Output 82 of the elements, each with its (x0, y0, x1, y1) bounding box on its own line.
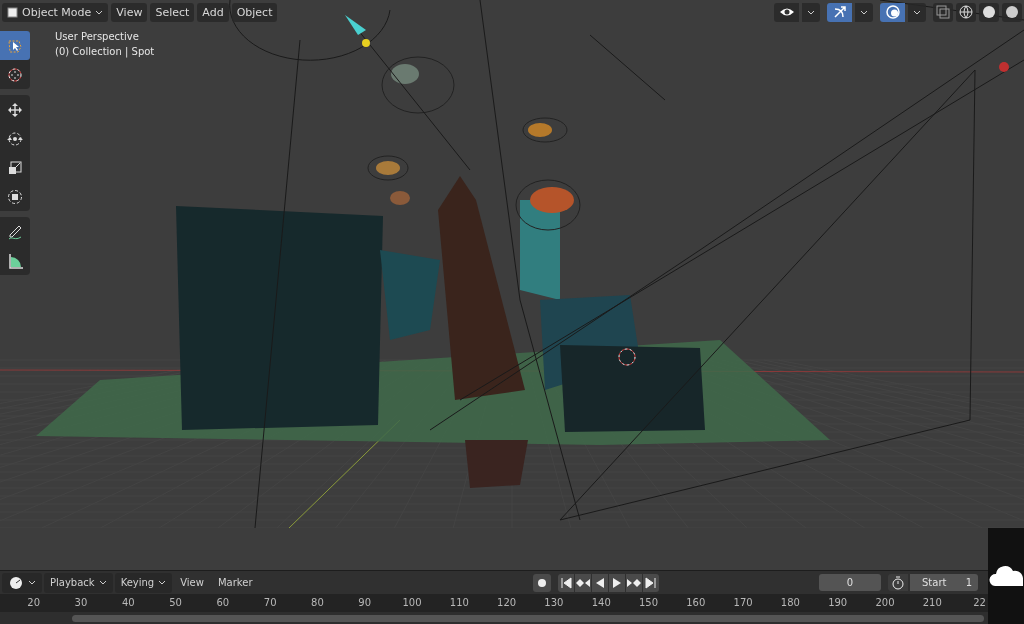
sphere-icon (1004, 4, 1020, 20)
frame-number: 70 (262, 596, 278, 611)
toggle-button[interactable] (880, 2, 905, 22)
frame-number: 200 (874, 596, 896, 611)
caret-icon (28, 580, 36, 586)
caret-icon (98, 580, 107, 586)
timeline-menu[interactable]: View (174, 572, 210, 593)
stopwatch-icon (890, 574, 906, 591)
3d-cursor-icon (618, 348, 636, 366)
jump-end-icon (642, 574, 659, 591)
xray-icon (935, 4, 951, 20)
mode-dropdown[interactable]: Object Mode (2, 2, 109, 22)
ruler-icon (7, 252, 23, 269)
play-button[interactable] (608, 573, 625, 592)
frame-number: 170 (732, 596, 754, 611)
viewport-info-text: (0) Collection | Spot (55, 46, 155, 57)
timeline-menu[interactable]: Keying (114, 572, 173, 593)
scrollbar-thumb[interactable] (72, 614, 984, 622)
lamp-drawing (367, 155, 410, 205)
frame-number: 140 (590, 596, 612, 611)
frame-number: 22 (972, 596, 987, 611)
caret-icon (158, 580, 167, 586)
cursor-icon (7, 66, 23, 83)
toggle-button[interactable] (774, 2, 799, 22)
cloud-icon (989, 564, 1023, 588)
timeline-menu[interactable]: Marker (211, 572, 259, 593)
frame-number: 80 (310, 596, 325, 611)
lamp-drawing (522, 117, 568, 143)
menu-item[interactable]: Object (231, 2, 278, 22)
menu-item[interactable]: Add (197, 2, 229, 22)
stopwatch-button[interactable] (888, 574, 908, 592)
caret-icon (95, 9, 104, 15)
caret-icon (913, 9, 921, 15)
start-frame-field[interactable]: Start 1 (910, 574, 978, 592)
transform-icon (7, 188, 23, 205)
frame-number: 210 (921, 596, 943, 611)
lamp-drawing (515, 179, 581, 231)
menu-item[interactable]: Select (150, 2, 195, 22)
frame-number: 50 (168, 596, 183, 611)
move-icon (7, 101, 23, 118)
cube-icon (7, 6, 18, 18)
xray-button[interactable] (933, 2, 953, 22)
material-button[interactable] (1002, 2, 1022, 22)
toggle-button[interactable] (827, 2, 852, 22)
editor-type-button[interactable] (2, 572, 42, 593)
spot-light-drawing (345, 15, 370, 47)
clock-icon (8, 574, 24, 591)
frame-number: 30 (73, 596, 89, 611)
viewport-info-text: User Perspective (55, 31, 140, 42)
select-icon (7, 37, 23, 54)
prev-keyframe-button[interactable] (574, 573, 591, 592)
frame-number: 110 (448, 596, 470, 611)
next-keyframe-button[interactable] (625, 573, 642, 592)
frame-number: 90 (357, 596, 373, 611)
frame-number: 40 (120, 596, 136, 611)
globe-icon (958, 4, 974, 20)
frame-number: 180 (779, 596, 801, 611)
caret-icon (860, 9, 868, 15)
jump-end-button[interactable] (642, 573, 659, 592)
overlay-icon (884, 4, 901, 20)
frame-number: 120 (496, 596, 518, 611)
menu-item[interactable]: View (111, 2, 148, 22)
solid-button[interactable] (979, 2, 999, 22)
pencil-icon (7, 223, 23, 240)
frame-number: 190 (827, 596, 849, 611)
frame-number: 150 (637, 596, 660, 611)
jump-start-button[interactable] (557, 573, 574, 592)
frame-number: 160 (685, 596, 707, 611)
scale-icon (7, 159, 23, 176)
rotate-icon (7, 130, 23, 147)
timeline-menu[interactable]: Playback (44, 572, 113, 593)
frame-number: 20 (26, 596, 41, 611)
wireframe-button[interactable] (956, 2, 976, 22)
caret-icon (807, 9, 815, 15)
frame-number: 60 (215, 596, 231, 611)
play-reverse-button[interactable] (591, 573, 608, 592)
sphere-icon (981, 4, 997, 20)
current-frame-field[interactable]: 0 (819, 574, 881, 592)
frame-number: 100 (401, 596, 423, 611)
marker-dot-icon (999, 62, 1009, 72)
record-button[interactable] (532, 573, 551, 592)
frame-number: 130 (543, 596, 565, 611)
